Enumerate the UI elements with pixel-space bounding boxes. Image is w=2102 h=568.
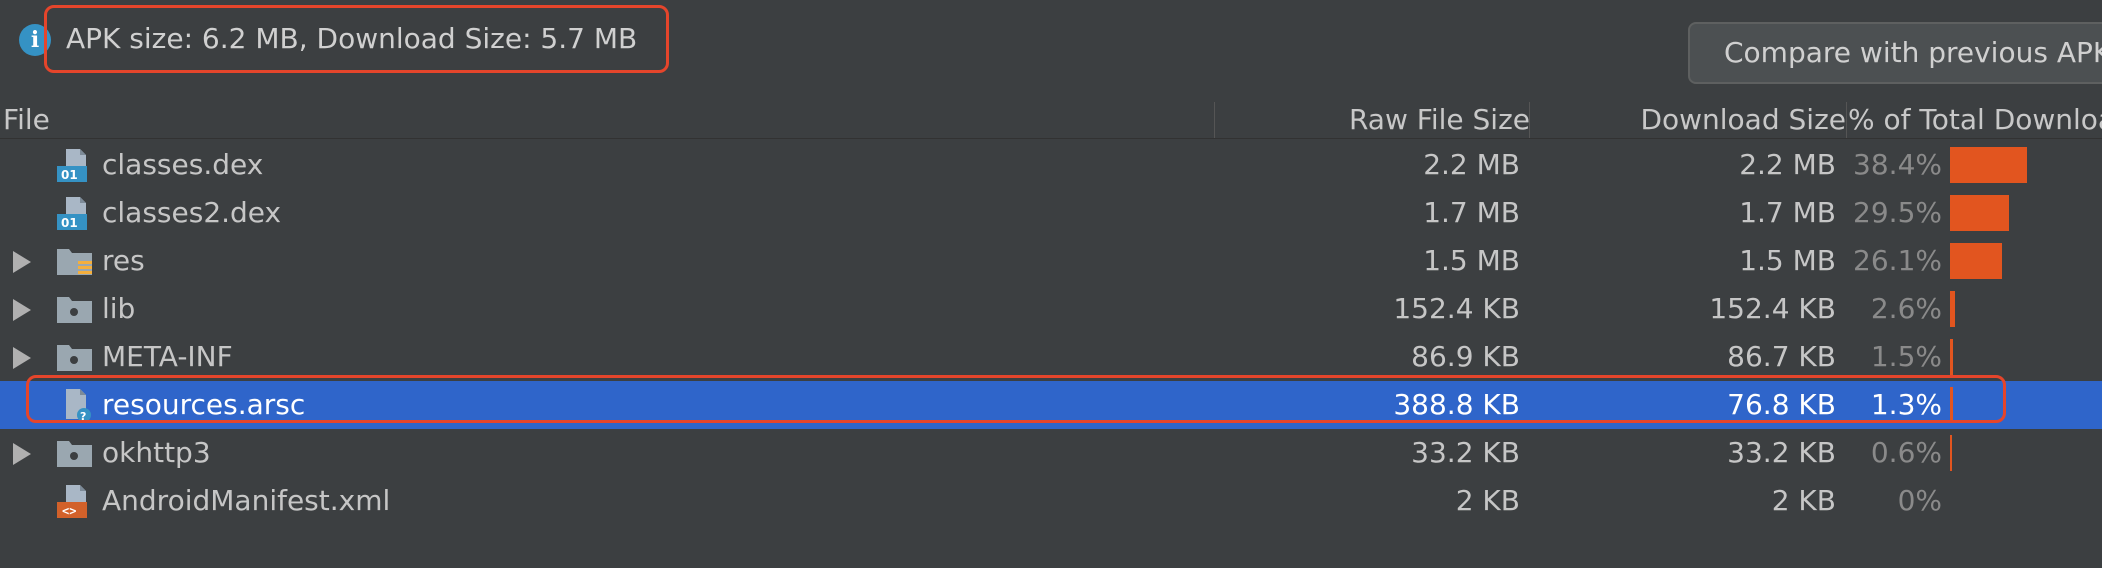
dex-file-icon: 01 (56, 195, 94, 231)
download-size: 76.8 KB (1727, 388, 1836, 421)
table-row[interactable]: <> AndroidManifest.xml 2 KB 2 KB 0% (0, 477, 2102, 525)
column-divider[interactable] (1846, 102, 1847, 138)
summary-bar: i APK size: 6.2 MB, Download Size: 5.7 M… (0, 0, 2102, 102)
table-row[interactable]: 01 classes2.dex 1.7 MB 1.7 MB 29.5% (0, 189, 2102, 237)
raw-file-size: 2.2 MB (1423, 148, 1520, 181)
column-header-percent-of-total[interactable]: % of Total Download Size (1848, 102, 2102, 138)
download-share-bar (1950, 435, 1952, 471)
percent-of-total: 1.5% (1870, 340, 1942, 373)
table-row[interactable]: okhttp3 33.2 KB 33.2 KB 0.6% (0, 429, 2102, 477)
resource-folder-icon (56, 243, 94, 279)
percent-of-total: 2.6% (1870, 292, 1942, 325)
expand-arrow-icon[interactable] (13, 443, 31, 465)
xml-file-icon: <> (56, 483, 94, 519)
expand-arrow-icon[interactable] (13, 299, 31, 321)
raw-file-size: 86.9 KB (1411, 340, 1520, 373)
file-name: classes.dex (102, 148, 264, 181)
download-size: 1.5 MB (1739, 244, 1836, 277)
percent-of-total: 29.5% (1853, 196, 1942, 229)
raw-file-size: 2 KB (1455, 484, 1520, 517)
column-header-file[interactable]: File (3, 102, 50, 138)
download-share-bar (1950, 243, 2003, 279)
column-header-download-size[interactable]: Download Size (1640, 102, 1846, 138)
file-name: META-INF (102, 340, 233, 373)
download-share-bar (1950, 195, 2009, 231)
percent-of-total: 0% (1897, 484, 1942, 517)
raw-file-size: 1.7 MB (1423, 196, 1520, 229)
svg-text:?: ? (80, 410, 86, 423)
compare-with-previous-apk-button[interactable]: Compare with previous APK... (1688, 22, 2102, 84)
table-row[interactable]: 01 classes.dex 2.2 MB 2.2 MB 38.4% (0, 141, 2102, 189)
download-share-bar (1950, 291, 1956, 327)
download-share-bar (1950, 339, 1953, 375)
svg-text:01: 01 (61, 216, 78, 230)
raw-file-size: 388.8 KB (1393, 388, 1520, 421)
table-row[interactable]: META-INF 86.9 KB 86.7 KB 1.5% (0, 333, 2102, 381)
table-row[interactable]: ? resources.arsc 388.8 KB 76.8 KB 1.3% (0, 381, 2102, 429)
folder-icon (56, 435, 94, 471)
raw-file-size: 1.5 MB (1423, 244, 1520, 277)
table-header: File Raw File Size Download Size % of To… (0, 102, 2102, 139)
file-name: lib (102, 292, 136, 325)
dex-file-icon: 01 (56, 147, 94, 183)
folder-icon (56, 339, 94, 375)
file-name: classes2.dex (102, 196, 282, 229)
download-size: 1.7 MB (1739, 196, 1836, 229)
table-row[interactable]: res 1.5 MB 1.5 MB 26.1% (0, 237, 2102, 285)
svg-text:01: 01 (61, 168, 78, 182)
percent-of-total: 26.1% (1853, 244, 1942, 277)
download-size: 86.7 KB (1727, 340, 1836, 373)
download-size: 2 KB (1771, 484, 1836, 517)
folder-icon (56, 291, 94, 327)
table-row[interactable]: lib 152.4 KB 152.4 KB 2.6% (0, 285, 2102, 333)
percent-of-total: 1.3% (1870, 388, 1942, 421)
raw-file-size: 152.4 KB (1393, 292, 1520, 325)
percent-of-total: 38.4% (1853, 148, 1942, 181)
column-divider[interactable] (1214, 102, 1215, 138)
summary-highlight-box (44, 5, 669, 73)
svg-text:<>: <> (62, 504, 76, 518)
file-name: okhttp3 (102, 436, 211, 469)
download-size: 152.4 KB (1709, 292, 1836, 325)
arsc-file-icon: ? (56, 387, 94, 423)
download-size: 2.2 MB (1739, 148, 1836, 181)
file-name: AndroidManifest.xml (102, 484, 391, 517)
column-divider[interactable] (1529, 102, 1530, 138)
download-share-bar (1950, 387, 1953, 423)
column-header-raw-file-size[interactable]: Raw File Size (1349, 102, 1530, 138)
expand-arrow-icon[interactable] (13, 251, 31, 273)
download-share-bar (1950, 147, 2027, 183)
expand-arrow-icon[interactable] (13, 347, 31, 369)
download-size: 33.2 KB (1727, 436, 1836, 469)
raw-file-size: 33.2 KB (1411, 436, 1520, 469)
file-name: res (102, 244, 145, 277)
file-name: resources.arsc (102, 388, 306, 421)
percent-of-total: 0.6% (1870, 436, 1942, 469)
